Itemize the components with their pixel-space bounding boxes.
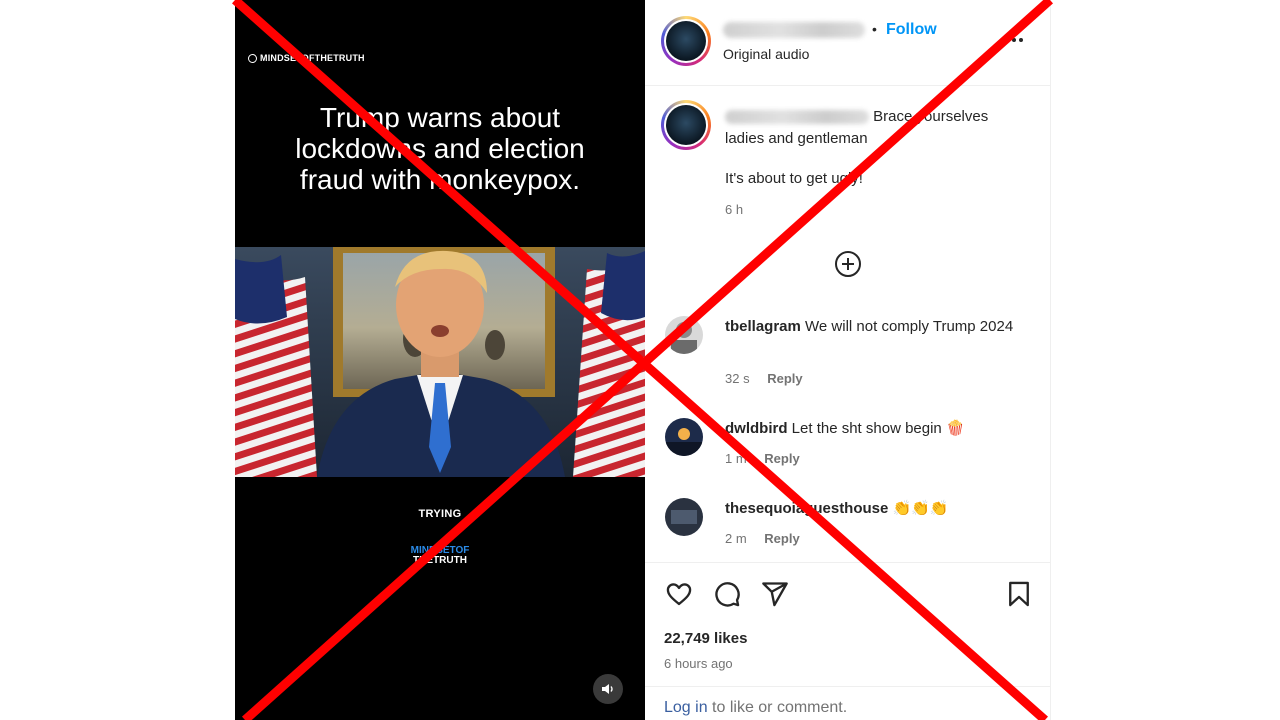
bookmark-icon (1009, 581, 1029, 607)
header-divider (645, 85, 1051, 86)
like-button[interactable] (663, 578, 695, 610)
caption-username-redacted[interactable] (725, 110, 869, 125)
caption-line2: It's about to get ugly! (725, 170, 863, 187)
comment-item: dwldbird Let the sht show begin 🍿 1 m Re… (665, 418, 1035, 478)
comment-time: 1 m (725, 451, 747, 466)
comment-avatar[interactable] (665, 316, 703, 354)
login-link[interactable]: Log in (664, 699, 708, 716)
watermark-text: MINDSETOFTHETRUTH (260, 53, 365, 63)
caption-time: 6 h (725, 202, 744, 217)
follow-button[interactable]: Follow (886, 21, 937, 39)
post-actions (663, 578, 1035, 610)
comment-time: 32 s (725, 371, 750, 386)
comment-meta: 1 m Reply (725, 451, 800, 466)
comment-username[interactable]: thesequoiaguesthouse (725, 500, 888, 517)
watermark-icon (248, 53, 257, 63)
more-options-icon[interactable] (1005, 38, 1029, 44)
comment-text: 👏👏👏 (892, 500, 949, 517)
add-comment-icon (835, 251, 861, 277)
comment-text: We will not comply Trump 2024 (805, 318, 1014, 335)
comment-body: thesequoiaguesthouse 👏👏👏 (725, 498, 1025, 520)
load-more-comments-button[interactable] (834, 250, 862, 278)
comment-body: dwldbird Let the sht show begin 🍿 (725, 418, 1025, 440)
author-username-redacted[interactable] (723, 22, 865, 38)
video-frame (235, 247, 645, 477)
speaker-icon (602, 684, 613, 694)
likes-count[interactable]: 22,749 likes (664, 630, 747, 647)
comment-button[interactable] (711, 578, 743, 610)
caption-avatar[interactable] (661, 100, 711, 150)
actions-divider (645, 562, 1051, 563)
comment-body: tbellagram We will not comply Trump 2024 (725, 316, 1025, 338)
original-audio-link[interactable]: Original audio (723, 46, 809, 62)
heart-icon (666, 583, 692, 606)
comment-username[interactable]: dwldbird (725, 420, 788, 437)
reply-button[interactable]: Reply (767, 371, 802, 386)
comment-avatar[interactable] (665, 498, 703, 536)
brand-logo-line2: THETRUTH (413, 555, 467, 566)
comment-item: tbellagram We will not comply Trump 2024… (665, 316, 1035, 396)
comment-meta: 2 m Reply (725, 531, 800, 546)
login-prompt: Log in to like or comment. (664, 699, 847, 717)
share-icon (762, 582, 788, 607)
comment-avatar[interactable] (665, 418, 703, 456)
header-separator: • (872, 21, 877, 37)
reply-button[interactable]: Reply (764, 531, 799, 546)
share-button[interactable] (759, 578, 791, 610)
video-headline: Trump warns about lockdowns and election… (295, 102, 585, 195)
comment-username[interactable]: tbellagram (725, 318, 801, 335)
comment-time: 2 m (725, 531, 747, 546)
comment-meta: 32 s Reply (725, 371, 803, 386)
reel-video[interactable]: MINDSETOFTHETRUTH Trump warns about lock… (235, 0, 645, 720)
brand-logo: MINDSETOF THETRUTH (235, 546, 645, 566)
footer-divider (645, 686, 1051, 687)
video-watermark: MINDSETOFTHETRUTH (248, 53, 365, 63)
comment-item: thesequoiaguesthouse 👏👏👏 2 m Reply (665, 498, 1035, 558)
brand-top-text: TRYING (418, 508, 462, 520)
author-avatar[interactable] (661, 16, 711, 66)
post-time: 6 hours ago (664, 656, 733, 671)
comment-icon (715, 582, 740, 607)
save-button[interactable] (1003, 578, 1035, 610)
comment-text: Let the sht show begin 🍿 (791, 420, 965, 437)
post-sidebar: • Follow Original audio Brace yourselves… (645, 0, 1051, 720)
mute-button[interactable] (593, 674, 623, 704)
login-prompt-text: to like or comment. (707, 699, 848, 716)
caption-text: Brace yourselves ladies and gentleman (725, 106, 1015, 150)
reply-button[interactable]: Reply (764, 451, 799, 466)
